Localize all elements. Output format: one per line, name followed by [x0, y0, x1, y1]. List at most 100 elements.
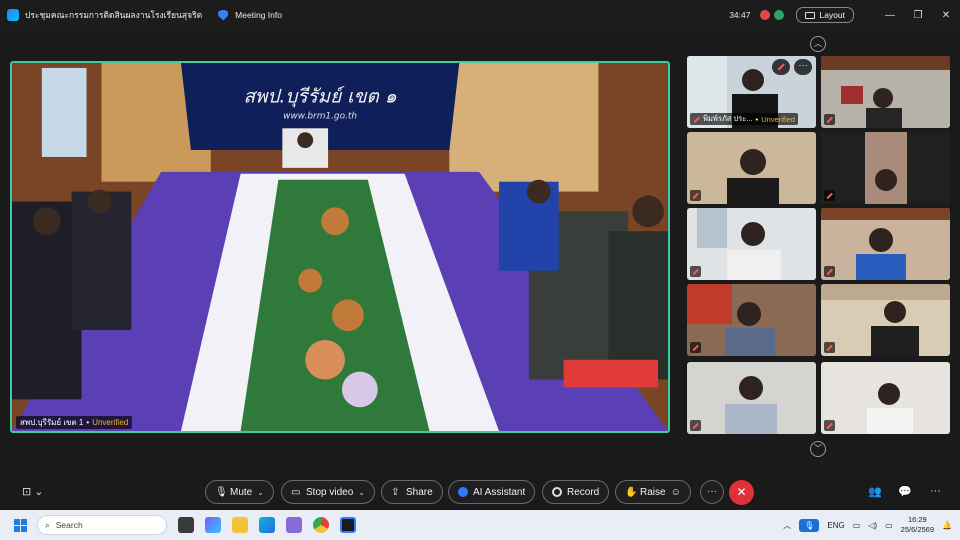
stop-video-label: Stop video	[306, 486, 354, 498]
layout-label: Layout	[819, 10, 845, 20]
unverified-badge: Unverified	[92, 418, 129, 427]
chat-icon[interactable]: 💬	[898, 485, 912, 498]
windows-start-icon[interactable]	[14, 518, 27, 532]
record-label: Record	[567, 486, 600, 498]
search-placeholder: Search	[55, 520, 83, 530]
participant-name-tag: พิมพ์รภัส ประ... • Unverified	[690, 113, 798, 125]
active-speaker-video[interactable]: สพป.บุรีรัมย์ เขต ๑ www.brm1.go.th สพป.บ…	[10, 61, 670, 433]
muted-icon	[824, 266, 835, 277]
shield-icon[interactable]	[218, 9, 229, 21]
record-button[interactable]: Record	[542, 480, 610, 504]
volume-icon[interactable]: ◁)	[868, 521, 877, 530]
webex-taskbar-icon[interactable]	[340, 517, 356, 533]
tile-more-options-button[interactable]: ···	[794, 59, 812, 75]
mute-button[interactable]: 🎙 Mute ⌄	[205, 480, 274, 504]
banner-text: สพป.บุรีรัมย์ เขต ๑	[243, 86, 396, 108]
muted-icon	[690, 342, 701, 353]
taskbar-clock[interactable]: 16:29 25/6/2569	[901, 515, 934, 535]
minimize-button[interactable]: —	[876, 10, 904, 21]
participant-tile[interactable]	[821, 56, 950, 128]
raise-hand-button[interactable]: ✋ Raise ☺	[615, 480, 691, 504]
muted-icon	[690, 266, 701, 277]
participant-gallery: ··· พิมพ์รภัส ประ... • Unverified	[687, 56, 951, 438]
taskbar-search-input[interactable]: ⌕ Search	[37, 515, 167, 535]
security-indicator-icon[interactable]	[774, 10, 785, 20]
end-call-button[interactable]: ✕	[729, 480, 754, 505]
title-bar: ประชุมคณะกรรมการติดสินผลงานโรงเรียนสุจริ…	[0, 0, 960, 30]
participant-tile[interactable]	[821, 284, 950, 356]
meeting-title: ประชุมคณะกรรมการติดสินผลงานโรงเรียนสุจริ…	[25, 10, 203, 20]
close-window-button[interactable]: ✕	[932, 10, 960, 21]
ai-assistant-icon	[458, 487, 468, 497]
muted-icon	[824, 420, 835, 431]
captions-icon[interactable]: ⊡ ⌄	[22, 485, 44, 498]
webex-app-icon	[7, 9, 19, 21]
more-panels-icon[interactable]: ···	[930, 485, 941, 497]
reactions-icon[interactable]: ☺	[671, 487, 681, 498]
task-view-icon[interactable]	[178, 517, 194, 533]
tray-overflow-icon[interactable]: ︿	[783, 520, 791, 531]
windows-taskbar: ⌕ Search ︿ 🎙 ENG ▭ ◁) ▭ 16:29 25/6/2569 …	[0, 510, 960, 540]
muted-icon	[824, 342, 835, 353]
banner-url: www.brm1.go.th	[283, 111, 357, 121]
participant-tile[interactable]	[821, 132, 950, 204]
stop-video-button[interactable]: ▭ Stop video ⌄	[281, 480, 375, 504]
microphone-tray-icon[interactable]: 🎙	[799, 518, 820, 532]
conference-room-image: สพป.บุรีรัมย์ เขต ๑ www.brm1.go.th	[12, 63, 668, 431]
participant-tile[interactable]	[821, 208, 950, 280]
media-player-icon[interactable]	[286, 517, 302, 533]
muted-icon	[824, 114, 835, 125]
microphone-icon: 🎙	[215, 487, 228, 498]
participant-tile[interactable]	[687, 208, 816, 280]
more-options-button[interactable]: ···	[700, 480, 724, 504]
muted-icon	[824, 190, 835, 201]
raise-hand-icon: ✋	[625, 487, 638, 498]
muted-icon	[772, 59, 790, 75]
participant-tile[interactable]	[687, 362, 816, 434]
clock-date: 25/6/2569	[900, 525, 935, 534]
notification-bell-icon[interactable]: 🔔	[942, 521, 952, 530]
meeting-timer: 34:47	[729, 10, 751, 20]
copilot-icon[interactable]	[205, 517, 221, 533]
language-indicator[interactable]: ENG	[827, 521, 844, 530]
participant-name: พิมพ์รภัส ประ...	[703, 114, 753, 123]
unverified-badge: Unverified	[761, 114, 795, 124]
ai-assistant-label: AI Assistant	[473, 486, 526, 498]
network-icon[interactable]: ▭	[853, 521, 861, 530]
participant-name: สพป.บุรีรัมย์ เขต 1	[20, 418, 84, 427]
chrome-icon[interactable]	[313, 517, 329, 533]
search-icon: ⌕	[45, 519, 50, 530]
participant-tile[interactable]	[821, 362, 950, 434]
scroll-up-chevron-icon[interactable]: ︿	[810, 36, 826, 52]
participant-name-tag: สพป.บุรีรัมย์ เขต 1 • Unverified	[16, 416, 133, 429]
meeting-controls: ⊡ ⌄ 🎙 Mute ⌄ ▭ Stop video ⌄ ⇪ Share AI A…	[0, 476, 960, 508]
participant-tile[interactable]	[687, 284, 816, 356]
share-button[interactable]: ⇪ Share	[381, 480, 443, 504]
mute-label: Mute	[230, 486, 253, 498]
muted-icon	[690, 420, 701, 431]
edge-browser-icon[interactable]	[259, 517, 275, 533]
system-tray: ︿ 🎙 ENG ▭ ◁) ▭ 16:29 25/6/2569 🔔	[783, 510, 960, 540]
layout-icon	[805, 11, 816, 19]
record-icon	[552, 487, 562, 497]
chevron-down-icon[interactable]: ⌄	[257, 488, 264, 497]
muted-icon	[690, 190, 701, 201]
participants-icon[interactable]: 👥	[868, 485, 882, 498]
chevron-down-icon[interactable]: ⌄	[358, 488, 365, 497]
video-camera-icon: ▭	[291, 487, 301, 498]
meeting-info-link[interactable]: Meeting Info	[235, 10, 282, 20]
scroll-down-chevron-icon[interactable]: ﹀	[810, 441, 826, 457]
muted-icon	[693, 116, 700, 123]
raise-label: Raise	[640, 486, 666, 498]
participant-tile[interactable]: ··· พิมพ์รภัส ประ... • Unverified	[687, 56, 816, 128]
maximize-button[interactable]: ❐	[904, 10, 932, 21]
share-label: Share	[406, 486, 433, 498]
ai-assistant-button[interactable]: AI Assistant	[448, 480, 536, 504]
share-screen-icon: ⇪	[391, 487, 400, 498]
layout-button[interactable]: Layout	[796, 7, 854, 23]
recording-indicator-icon[interactable]	[760, 10, 771, 20]
file-explorer-icon[interactable]	[232, 517, 248, 533]
battery-icon[interactable]: ▭	[885, 521, 893, 530]
clock-time: 16:29	[907, 515, 927, 524]
participant-tile[interactable]	[687, 132, 816, 204]
